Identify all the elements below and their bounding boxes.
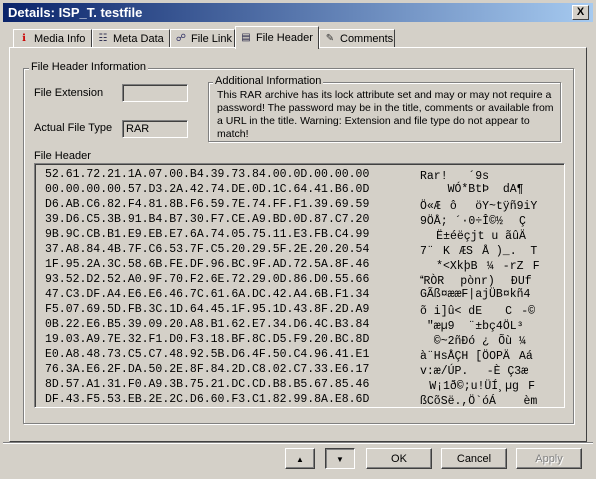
hex-ascii: à¨HsÅÇH[ÖOPÄAá bbox=[420, 350, 533, 363]
tab-label: Comments bbox=[340, 33, 394, 45]
hex-ascii: WÓ*BtÞ dA¶ bbox=[420, 183, 524, 196]
tab-label: File Header bbox=[256, 32, 313, 44]
hex-row: 19.03.A9.7E.32.F1.D0.F3.18.BF.8C.D5.F9.2… bbox=[45, 333, 535, 349]
hex-ascii: Rar! ´9s bbox=[420, 170, 499, 183]
tab-file-header[interactable]: ▤ File Header bbox=[235, 26, 319, 49]
file-header-icon: ▤ bbox=[241, 32, 251, 43]
file-header-label: File Header bbox=[34, 150, 91, 162]
tab-label: Media Info bbox=[34, 33, 86, 45]
details-window: Details: ISP_T. testfile X ℹ Media Info … bbox=[0, 0, 596, 479]
actual-file-type-label: Actual File Type bbox=[34, 122, 113, 134]
hex-bytes: 00.00.00.00.57.D3.2A.42.74.DE.0D.1C.64.4… bbox=[45, 183, 370, 196]
hex-bytes: 93.52.D2.52.A0.9F.70.F2.6E.72.29.0D.86.D… bbox=[45, 273, 370, 286]
hex-bytes: 76.3A.E6.2F.DA.50.2E.8F.84.2D.C8.02.C7.3… bbox=[45, 363, 370, 376]
hex-bytes: D6.AB.C6.82.F4.81.8B.F6.59.7E.74.FF.F1.3… bbox=[45, 198, 370, 211]
hex-row: DF.43.F5.53.EB.2E.2C.D6.60.F3.C1.82.99.8… bbox=[45, 393, 537, 407]
hex-row: 52.61.72.21.1A.07.00.B4.39.73.84.00.0D.0… bbox=[45, 168, 498, 184]
tab-label: Meta Data bbox=[113, 33, 164, 45]
hex-bytes: 9B.9C.CB.B1.E9.EB.E7.6A.74.05.75.11.E3.F… bbox=[45, 228, 370, 241]
link-icon: ☍ bbox=[175, 33, 187, 44]
hex-ascii: v:æ/ÚP.-È Ç3æ bbox=[420, 365, 536, 378]
hex-row: 39.D6.C5.3B.91.B4.B7.30.F7.CE.A9.BD.0D.8… bbox=[45, 213, 526, 229]
document-icon: ☷ bbox=[98, 33, 108, 44]
hex-bytes: 19.03.A9.7E.32.F1.D0.F3.18.BF.8C.D5.F9.2… bbox=[45, 333, 370, 346]
hex-ascii: ©~2ñÐó ¿Õù ¼ bbox=[420, 335, 536, 348]
group-title: File Header Information bbox=[29, 61, 148, 73]
hex-ascii: W¡1ð©;u!ÜÍ¸µg F bbox=[420, 380, 536, 393]
hex-row: E0.A8.48.73.C5.C7.48.92.5B.D6.4F.50.C4.9… bbox=[45, 348, 533, 364]
hex-row: F5.07.69.5D.FB.3C.1D.64.45.1F.95.1D.43.8… bbox=[45, 303, 535, 319]
close-icon: X bbox=[576, 6, 585, 18]
arrow-up-icon: ▲ bbox=[296, 455, 304, 464]
file-extension-label: File Extension bbox=[34, 87, 104, 99]
additional-information-text: This RAR archive has its lock attribute … bbox=[217, 89, 554, 140]
footer-separator bbox=[3, 442, 593, 444]
file-extension-field[interactable] bbox=[122, 84, 188, 102]
hex-bytes: DF.43.F5.53.EB.2E.2C.D6.60.F3.C1.82.99.8… bbox=[45, 393, 370, 406]
tab-comments[interactable]: ✎ Comments bbox=[319, 29, 395, 48]
hex-bytes: 37.A8.84.4B.7F.C6.53.7F.C5.20.29.5F.2E.2… bbox=[45, 243, 370, 256]
hex-row: 1F.95.2A.3C.58.6B.FE.DF.96.BC.9F.AD.72.5… bbox=[45, 258, 540, 274]
hex-ascii: 9ÖÅ;´·0÷Î©½ Ç bbox=[420, 215, 533, 228]
hex-row: 8D.57.A1.31.F0.A9.3B.75.21.DC.CD.B8.B5.6… bbox=[45, 378, 535, 394]
ok-button[interactable]: OK bbox=[366, 448, 432, 469]
hex-row: 76.3A.E6.2F.DA.50.2E.8F.84.2D.C8.02.C7.3… bbox=[45, 363, 528, 379]
hex-bytes: 0B.22.E6.B5.39.09.20.A8.B1.62.E7.34.D6.4… bbox=[45, 318, 370, 331]
tab-meta-data[interactable]: ☷ Meta Data bbox=[92, 29, 170, 48]
window-title: Details: ISP_T. testfile bbox=[8, 5, 143, 20]
hex-ascii: GÃß¤ææF|ajÜB¤kñ4 bbox=[420, 288, 531, 301]
next-button[interactable]: ▼ bbox=[325, 448, 355, 469]
hex-bytes: 47.C3.DF.A4.E6.E6.46.7C.61.6A.DC.42.A4.6… bbox=[45, 288, 370, 301]
hex-bytes: 52.61.72.21.1A.07.00.B4.39.73.84.00.0D.0… bbox=[45, 168, 370, 181]
close-button[interactable]: X bbox=[572, 5, 589, 20]
hex-row: 9B.9C.CB.B1.E9.EB.E7.6A.74.05.75.11.E3.F… bbox=[45, 228, 535, 244]
hex-row: D6.AB.C6.82.F4.81.8B.F6.59.7E.74.FF.F1.3… bbox=[45, 198, 537, 214]
hex-ascii: Ë±éëçjt u ãûÄ bbox=[420, 230, 536, 243]
hex-row: 00.00.00.00.57.D3.2A.42.74.DE.0D.1C.64.4… bbox=[45, 183, 524, 199]
hex-ascii: "æµ9 ¨±bç4ÖL³ bbox=[420, 320, 533, 333]
tab-label: File Link bbox=[191, 33, 232, 45]
hex-bytes: 1F.95.2A.3C.58.6B.FE.DF.96.BC.9F.AD.72.5… bbox=[45, 258, 370, 271]
tab-file-link[interactable]: ☍ File Link bbox=[170, 29, 235, 48]
hex-ascii: 7¨KÆSÅ )_. T bbox=[420, 245, 538, 258]
hex-ascii: RÒR pònr) ÐUf bbox=[420, 275, 532, 288]
title-bar[interactable]: Details: ISP_T. testfile X bbox=[3, 3, 593, 22]
apply-button[interactable]: Apply bbox=[516, 448, 582, 469]
additional-information-title: Additional Information bbox=[213, 75, 324, 87]
media-info-icon: ℹ bbox=[22, 33, 26, 44]
hex-bytes: 39.D6.C5.3B.91.B4.B7.30.F7.CE.A9.BD.0D.8… bbox=[45, 213, 370, 226]
file-header-hex-view[interactable]: 52.61.72.21.1A.07.00.B4.39.73.84.00.0D.0… bbox=[34, 163, 565, 408]
cancel-button[interactable]: Cancel bbox=[441, 448, 507, 469]
hex-row: 37.A8.84.4B.7F.C6.53.7F.C5.20.29.5F.2E.2… bbox=[45, 243, 537, 259]
previous-button[interactable]: ▲ bbox=[285, 448, 315, 469]
comments-icon: ✎ bbox=[325, 33, 335, 44]
hex-ascii: õ i]û< dE  C-© bbox=[420, 305, 536, 318]
hex-row: 0B.22.E6.B5.39.09.20.A8.B1.62.E7.34.D6.4… bbox=[45, 318, 533, 334]
hex-bytes: E0.A8.48.73.C5.C7.48.92.5B.D6.4F.50.C4.9… bbox=[45, 348, 370, 361]
hex-bytes: 8D.57.A1.31.F0.A9.3B.75.21.DC.CD.B8.B5.6… bbox=[45, 378, 370, 391]
hex-row: 93.52.D2.52.A0.9F.70.F2.6E.72.29.0D.86.D… bbox=[45, 273, 532, 289]
hex-ascii: *<XkþB¼-rZF bbox=[420, 260, 540, 273]
actual-file-type-field[interactable]: RAR bbox=[122, 120, 188, 138]
hex-row: 47.C3.DF.A4.E6.E6.46.7C.61.6A.DC.42.A4.6… bbox=[45, 288, 530, 304]
arrow-down-icon: ▼ bbox=[336, 455, 344, 464]
hex-bytes: F5.07.69.5D.FB.3C.1D.64.45.1F.95.1D.43.8… bbox=[45, 303, 370, 316]
hex-ascii: Ö«ÆôöY~tÿñ9iY bbox=[420, 200, 538, 213]
tab-media-info[interactable]: ℹ Media Info bbox=[13, 29, 92, 48]
hex-ascii: ßCõSë.,Ö`óÁèm bbox=[420, 395, 538, 408]
